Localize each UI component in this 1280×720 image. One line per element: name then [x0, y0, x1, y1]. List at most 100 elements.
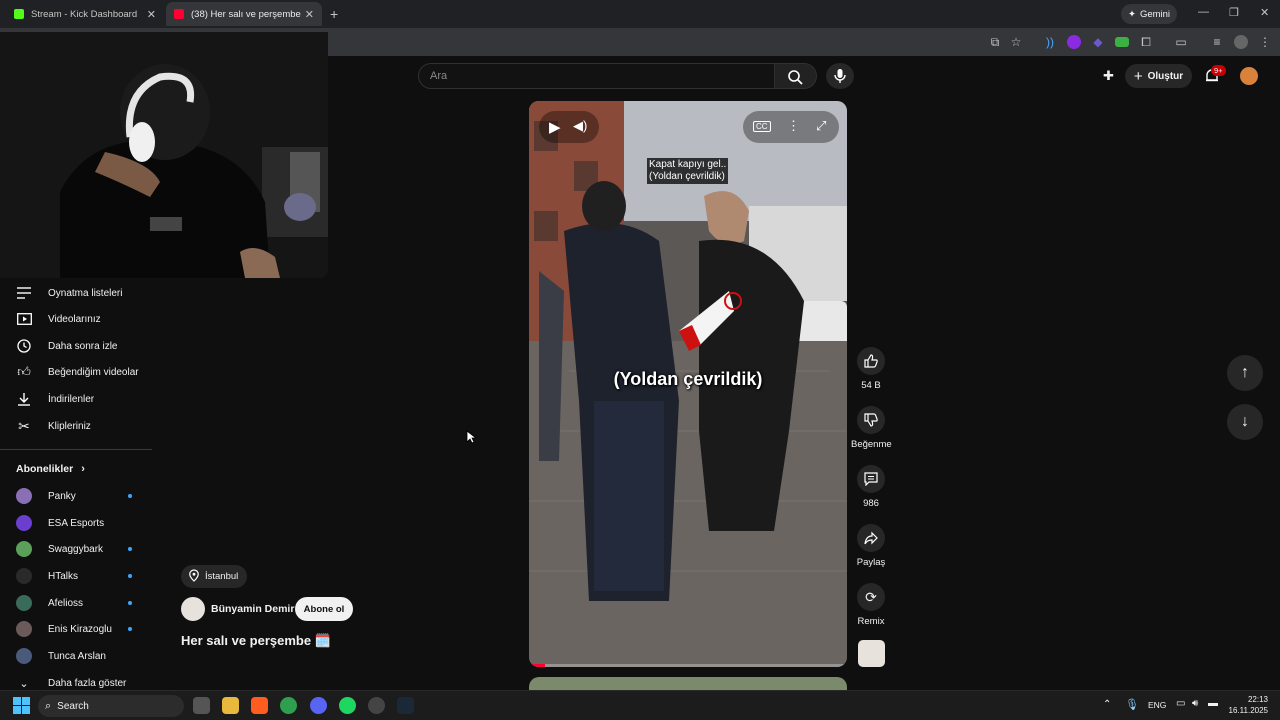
tray-overflow-icon[interactable]: ⌃: [1103, 699, 1111, 710]
create-button[interactable]: + Oluştur: [1125, 64, 1192, 88]
remix-icon: ⟳: [857, 583, 885, 611]
remix-button[interactable]: ⟳ Remix: [851, 583, 891, 627]
steam-icon[interactable]: [397, 697, 414, 714]
task-view-icon[interactable]: [193, 697, 210, 714]
channel-avatar[interactable]: [181, 597, 205, 621]
discord-icon[interactable]: [310, 697, 327, 714]
more-menu-icon[interactable]: ⋮: [1258, 35, 1272, 49]
restore-icon[interactable]: ❐: [1229, 6, 1239, 19]
microphone-tray-icon[interactable]: 🎙︎: [1125, 698, 1139, 711]
sidebar-item-clips[interactable]: ✂ Klipleriniz: [0, 413, 152, 439]
sidebar-item-label: Klipleriniz: [48, 420, 91, 432]
subscription-item[interactable]: HTalks: [0, 563, 152, 589]
cast-icon[interactable]: ⧉: [988, 35, 1002, 49]
brave-browser-icon[interactable]: [251, 697, 268, 714]
extension-purple-icon[interactable]: [1067, 35, 1081, 49]
arrow-up-icon: ↑: [1241, 364, 1249, 381]
channel-avatar: [16, 595, 32, 611]
comments-button[interactable]: 986: [851, 465, 891, 509]
bookmark-star-icon[interactable]: ☆: [1009, 35, 1023, 49]
volume-icon[interactable]: ◀): [573, 118, 587, 134]
search-button[interactable]: [775, 63, 817, 89]
taskbar-search-label: Search: [57, 700, 89, 712]
caption-line: Kapat kapıyı gel..: [649, 159, 727, 170]
audio-source-thumbnail[interactable]: [858, 640, 885, 667]
extensions-puzzle-icon[interactable]: ⧠: [1139, 35, 1153, 49]
new-tab-icon[interactable]: +: [330, 6, 338, 22]
new-content-dot: [128, 627, 132, 631]
channel-avatar: [16, 541, 32, 557]
sidebar-item-your-videos[interactable]: Videolarınız: [0, 306, 152, 332]
channel-avatar: [16, 648, 32, 664]
media-control-icon[interactable]: ≡: [1210, 35, 1224, 49]
subscription-item[interactable]: Panky: [0, 483, 152, 509]
minimize-icon[interactable]: —: [1198, 6, 1209, 18]
channel-name[interactable]: Bünyamin Demir: [211, 603, 294, 615]
voice-search-button[interactable]: [826, 63, 854, 89]
captions-button[interactable]: CC: [753, 121, 771, 132]
channel-name: ESA Esports: [48, 517, 105, 529]
sidebar-item-playlists[interactable]: Oynatma listeleri: [0, 280, 152, 306]
sidebar-item-label: İndirilenler: [48, 393, 95, 405]
new-content-dot: [128, 494, 132, 498]
tab-youtube-short[interactable]: (38) Her salı ve perşembe 🗓️ - ✕: [166, 2, 322, 26]
search-input[interactable]: Ara: [418, 63, 775, 89]
subscriptions-heading[interactable]: Abonelikler ›: [16, 463, 85, 475]
close-tab-icon[interactable]: ✕: [305, 8, 314, 21]
windows-start-icon[interactable]: [13, 697, 30, 714]
search-icon: ⌕: [45, 699, 52, 712]
profile-avatar-icon[interactable]: [1234, 35, 1248, 49]
like-button[interactable]: 54 B: [851, 347, 891, 391]
obs-icon[interactable]: [368, 697, 385, 714]
spotify-icon[interactable]: [339, 697, 356, 714]
tab-title: (38) Her salı ve perşembe 🗓️ -: [191, 8, 303, 20]
close-tab-icon[interactable]: ✕: [147, 8, 156, 21]
next-short-button[interactable]: ↓: [1227, 404, 1263, 440]
overlay-caption-main: (Yoldan çevrildik): [613, 369, 763, 389]
clock[interactable]: 22:13 16.11.2025: [1226, 694, 1268, 716]
sidebar-item-liked-videos[interactable]: 👍︎ Beğendiğim videolar: [0, 359, 152, 385]
subscription-item[interactable]: Afelioss: [0, 590, 152, 616]
network-icon[interactable]: ▭: [1176, 698, 1185, 709]
sidebar-item-downloads[interactable]: İndirilenler: [0, 386, 152, 412]
subscription-item[interactable]: Tunca Arslan: [0, 643, 152, 669]
share-button[interactable]: Paylaş: [851, 524, 891, 568]
dislike-button[interactable]: Beğenme: [851, 406, 892, 450]
extension-audio-icon[interactable]: )): [1043, 35, 1057, 49]
watch-later-icon: [16, 338, 32, 354]
battery-icon[interactable]: ▬: [1208, 698, 1218, 709]
sidepanel-icon[interactable]: ▭: [1174, 35, 1188, 49]
short-video-player[interactable]: ▶ ◀) CC ⋮ ⤢ Kapat kapıyı gel.. (Yoldan ç…: [529, 101, 847, 667]
channel-avatar: [16, 488, 32, 504]
subscription-item[interactable]: Enis Kirazoglu: [0, 616, 152, 642]
extension-twitch-icon[interactable]: ◆: [1091, 35, 1105, 49]
chrome-icon[interactable]: [280, 697, 297, 714]
gemini-button[interactable]: ✦ Gemini: [1121, 4, 1177, 24]
video-progress-fill: [529, 664, 545, 667]
next-short-preview[interactable]: [529, 677, 847, 690]
subscription-item[interactable]: Swaggybark: [0, 536, 152, 562]
file-explorer-icon[interactable]: [222, 697, 239, 714]
account-avatar[interactable]: [1240, 67, 1258, 85]
browser-tab-bar: Stream - Kick Dashboard ✕ (38) Her salı …: [0, 0, 1280, 28]
previous-short-button[interactable]: ↑: [1227, 355, 1263, 391]
tab-kick-dashboard[interactable]: Stream - Kick Dashboard ✕: [6, 2, 164, 26]
language-indicator[interactable]: ENG: [1148, 700, 1166, 710]
fullscreen-icon[interactable]: ⤢: [816, 118, 826, 134]
play-icon[interactable]: ▶: [549, 118, 561, 136]
more-options-icon[interactable]: ⋮: [787, 118, 800, 134]
close-window-icon[interactable]: ✕: [1260, 6, 1269, 19]
notifications-button[interactable]: 9+: [1203, 65, 1226, 85]
extension-green-icon[interactable]: [1115, 37, 1129, 47]
video-progress-track[interactable]: [529, 664, 847, 667]
upload-shorts-icon[interactable]: ✚: [1103, 68, 1114, 84]
location-chip[interactable]: İstanbul: [181, 565, 248, 588]
sidebar-item-watch-later[interactable]: Daha sonra izle: [0, 333, 152, 359]
player-top-right-controls: CC ⋮ ⤢: [743, 111, 839, 143]
subscription-item[interactable]: ESA Esports: [0, 510, 152, 536]
taskbar-search-box[interactable]: ⌕ Search: [38, 695, 184, 717]
playback-controls: ▶ ◀): [539, 111, 599, 143]
location-pin-icon: [188, 568, 200, 585]
volume-tray-icon[interactable]: 🔊︎: [1192, 698, 1198, 709]
subscribe-button[interactable]: Abone ol: [295, 597, 353, 621]
